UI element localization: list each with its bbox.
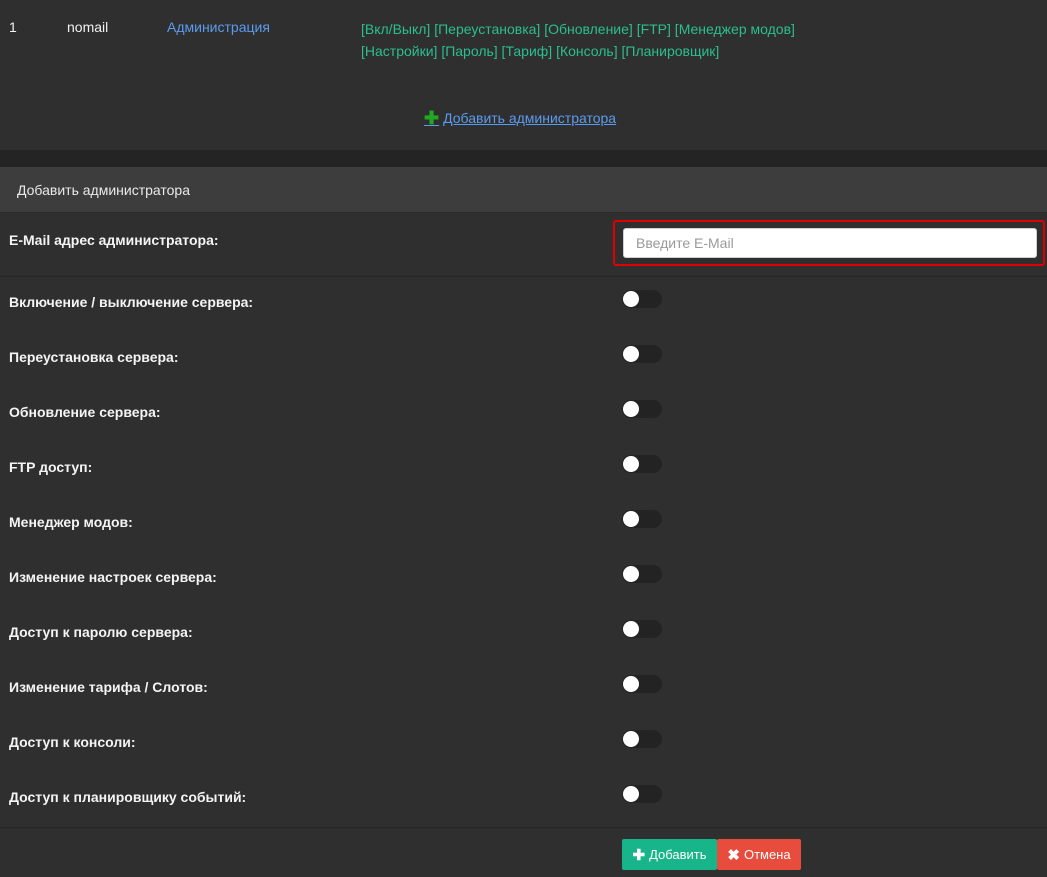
email-field-highlight: [613, 220, 1045, 266]
toggle-label: Менеджер модов:: [9, 514, 133, 530]
toggle-knob: [623, 511, 639, 527]
section-divider: [0, 150, 1047, 167]
toggle-ftp[interactable]: [622, 455, 662, 473]
toggle-label: Включение / выключение сервера:: [9, 294, 254, 310]
toggle-settings[interactable]: [622, 565, 662, 583]
admin-role-link[interactable]: Администрация: [167, 19, 270, 35]
toggle-label: Доступ к паролю сервера:: [9, 624, 193, 640]
toggle-knob: [623, 786, 639, 802]
admin-id: 1: [9, 19, 17, 35]
toggle-row-power: Включение / выключение сервера:: [0, 277, 1047, 333]
toggle-label: Доступ к консоли:: [9, 734, 136, 750]
admin-email: nomail: [67, 19, 109, 35]
toggle-knob: [623, 401, 639, 417]
toggle-row-mods: Менеджер модов:: [0, 497, 1047, 553]
add-button[interactable]: ✚ Добавить: [622, 839, 717, 870]
admin-permissions: [Вкл/Выкл] [Переустановка] [Обновление] …: [361, 18, 881, 62]
permissions-line: [Вкл/Выкл] [Переустановка] [Обновление] …: [361, 21, 795, 37]
toggle-label: Переустановка сервера:: [9, 349, 179, 365]
toggle-update[interactable]: [622, 400, 662, 418]
toggle-mods[interactable]: [622, 510, 662, 528]
cancel-button-label: Отмена: [743, 847, 791, 862]
admins-table: 1 nomail Администрация [Вкл/Выкл] [Переу…: [0, 0, 1047, 150]
toggle-row-tariff: Изменение тарифа / Слотов:: [0, 662, 1047, 718]
cancel-button[interactable]: ✖ Отмена: [717, 839, 801, 870]
toggle-row-password: Доступ к паролю сервера:: [0, 607, 1047, 663]
toggle-knob: [623, 456, 639, 472]
toggle-password[interactable]: [622, 620, 662, 638]
toggle-tariff[interactable]: [622, 675, 662, 693]
toggle-label: Доступ к планировщику событий:: [9, 789, 247, 805]
toggle-label: Обновление сервера:: [9, 404, 161, 420]
toggle-knob: [623, 346, 639, 362]
plus-icon: ✚: [632, 846, 646, 864]
toggle-row-console: Доступ к консоли:: [0, 717, 1047, 773]
form-title: Добавить администратора: [17, 182, 191, 198]
toggle-power[interactable]: [622, 290, 662, 308]
toggle-scheduler[interactable]: [622, 785, 662, 803]
close-icon: ✖: [727, 846, 740, 864]
add-admin-link-label: Добавить администратора: [443, 110, 617, 126]
add-button-label: Добавить: [649, 847, 707, 862]
toggle-label: Изменение настроек сервера:: [9, 569, 217, 585]
toggle-knob: [623, 566, 639, 582]
toggle-knob: [623, 291, 639, 307]
toggle-row-reinstall: Переустановка сервера:: [0, 332, 1047, 388]
permissions-line: [Настройки] [Пароль] [Тариф] [Консоль] […: [361, 43, 720, 59]
toggle-console[interactable]: [622, 730, 662, 748]
toggle-row-ftp: FTP доступ:: [0, 442, 1047, 498]
toggle-knob: [623, 676, 639, 692]
table-row: 1 nomail Администрация [Вкл/Выкл] [Переу…: [0, 0, 1047, 80]
toggle-reinstall[interactable]: [622, 345, 662, 363]
toggle-knob: [623, 731, 639, 747]
email-label: E-Mail адрес администратора:: [9, 232, 219, 248]
plus-icon: ✚: [424, 108, 440, 128]
toggle-row-update: Обновление сервера:: [0, 387, 1047, 443]
toggle-row-scheduler: Доступ к планировщику событий:: [0, 772, 1047, 828]
toggle-knob: [623, 621, 639, 637]
form-header: Добавить администратора: [0, 167, 1047, 213]
toggle-label: FTP доступ:: [9, 459, 93, 475]
toggle-label: Изменение тарифа / Слотов:: [9, 679, 208, 695]
toggle-row-settings: Изменение настроек сервера:: [0, 552, 1047, 608]
email-input[interactable]: [623, 228, 1037, 258]
add-admin-link[interactable]: ✚ Добавить администратора: [424, 108, 617, 128]
